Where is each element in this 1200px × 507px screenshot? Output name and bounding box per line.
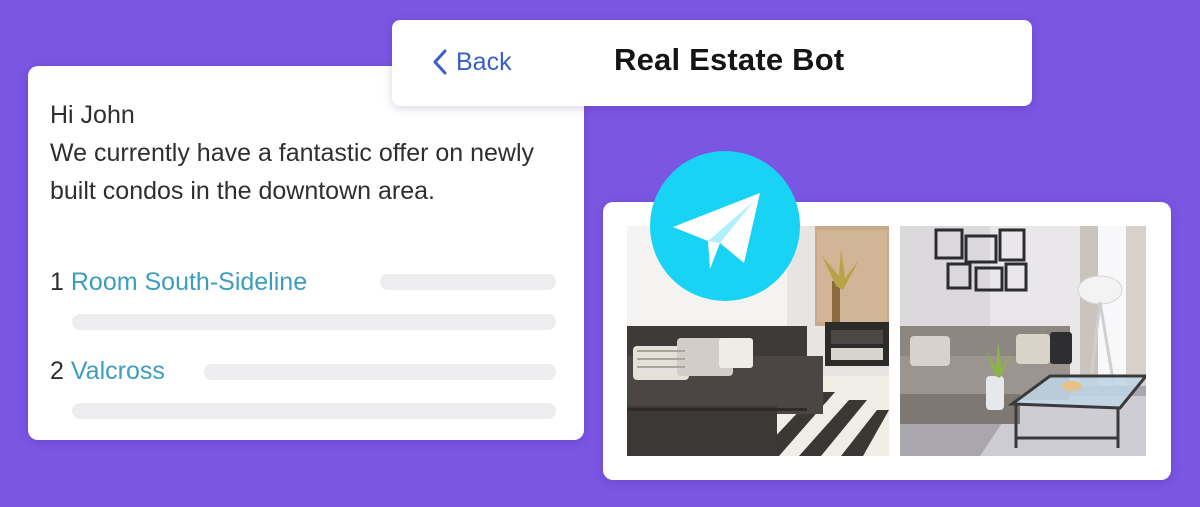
chevron-left-icon (433, 49, 447, 75)
placeholder-line (380, 274, 556, 290)
listing-number: 1 (50, 268, 64, 296)
placeholder-line (72, 314, 556, 330)
telegram-icon (673, 193, 760, 269)
living-room-photo-2[interactable] (900, 226, 1146, 456)
message-card: Hi John We currently have a fantastic of… (28, 66, 584, 440)
page-title: Real Estate Bot (614, 42, 845, 77)
listing-link-room-south-sideline[interactable]: Room South-Sideline (71, 268, 307, 296)
placeholder-line (72, 403, 556, 419)
chat-header: Back Real Estate Bot (392, 20, 1032, 106)
message-body: We currently have a fantastic offer on n… (50, 139, 535, 205)
placeholder-line (204, 364, 556, 380)
listing-link-valcross[interactable]: Valcross (71, 357, 165, 385)
listing-item-1[interactable]: 1 Room South-Sideline (50, 265, 307, 299)
message-greeting: Hi John (50, 101, 135, 129)
listing-item-2[interactable]: 2 Valcross (50, 354, 165, 388)
listing-number: 2 (50, 357, 64, 385)
back-button[interactable]: Back (432, 46, 512, 78)
back-label: Back (456, 47, 512, 76)
telegram-badge (650, 151, 800, 301)
